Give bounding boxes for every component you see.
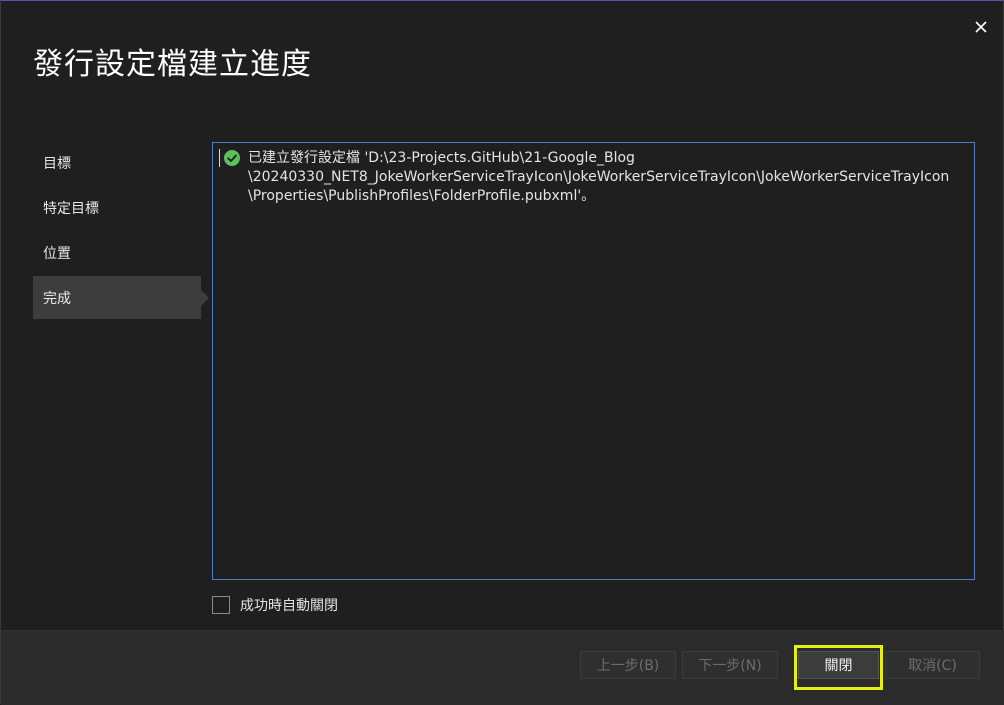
dialog-title: 發行設定檔建立進度	[33, 47, 312, 82]
status-message: 已建立發行設定檔 'D:\23-Projects.GitHub\21-Googl…	[224, 149, 966, 206]
next-button[interactable]: 下一步(N)	[682, 651, 778, 679]
nav-item-specific-target[interactable]: 特定目標	[33, 186, 201, 229]
status-message-text: 已建立發行設定檔 'D:\23-Projects.GitHub\21-Googl…	[248, 149, 949, 206]
nav-item-location[interactable]: 位置	[33, 231, 201, 274]
publish-profile-dialog: 發行設定檔建立進度 目標 特定目標 位置 完成 已建立發行設定檔 'D:\23-…	[0, 0, 1004, 705]
wizard-step-nav: 目標 特定目標 位置 完成	[33, 141, 211, 321]
close-dialog-button[interactable]: 關閉	[798, 651, 879, 679]
cancel-button[interactable]: 取消(C)	[885, 651, 980, 679]
auto-close-checkbox[interactable]	[212, 596, 230, 614]
status-message-line: \Properties\PublishProfiles\FolderProfil…	[248, 188, 596, 204]
progress-output-box[interactable]: 已建立發行設定檔 'D:\23-Projects.GitHub\21-Googl…	[212, 142, 975, 580]
text-caret	[219, 149, 220, 167]
check-circle-icon	[224, 150, 240, 166]
previous-button[interactable]: 上一步(B)	[580, 651, 676, 679]
auto-close-label: 成功時自動關閉	[240, 598, 338, 614]
nav-item-label: 目標	[43, 155, 71, 172]
nav-item-label: 位置	[43, 245, 71, 262]
status-message-line: \20240330_NET8_JokeWorkerServiceTrayIcon…	[248, 169, 950, 185]
nav-item-label: 特定目標	[43, 200, 99, 217]
nav-item-target[interactable]: 目標	[33, 141, 201, 184]
close-button[interactable]	[967, 13, 995, 41]
close-icon	[975, 21, 987, 33]
nav-item-finish[interactable]: 完成	[33, 276, 209, 319]
nav-item-label: 完成	[43, 290, 71, 307]
auto-close-option[interactable]: 成功時自動關閉	[212, 595, 338, 615]
status-message-line: 已建立發行設定檔 'D:\23-Projects.GitHub\21-Googl…	[248, 150, 635, 166]
